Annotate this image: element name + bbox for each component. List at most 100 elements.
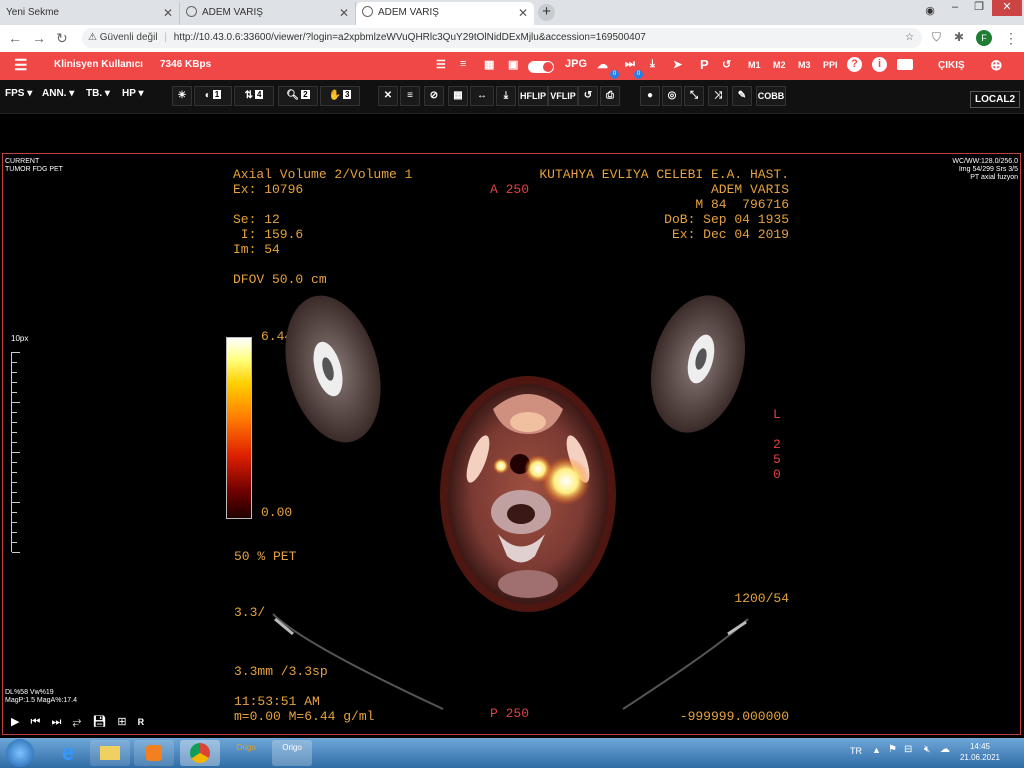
m2-button[interactable]: M2 — [773, 60, 786, 70]
clock-date: 21.06.2021 — [959, 753, 1000, 762]
notification-badge: 0 — [610, 70, 619, 79]
add-image-icon[interactable]: ⊞ — [117, 716, 126, 728]
send-icon[interactable]: ➤ — [673, 58, 682, 71]
logout-button[interactable]: ÇIKIŞ — [938, 60, 965, 71]
download-icon[interactable]: ⤓ — [650, 58, 655, 71]
jpg-button[interactable]: JPG — [565, 58, 587, 70]
overlay-top-right: KUTAHYA EVLIYA CELEBI E.A. HAST. ADEM VA… — [539, 167, 789, 242]
back-icon[interactable]: ← — [8, 30, 22, 46]
ruler-tick — [12, 392, 17, 393]
close-icon[interactable]: ✕ — [378, 86, 398, 106]
pet-color-scale — [226, 337, 252, 519]
skip-back-icon[interactable]: ⏮ — [31, 716, 41, 728]
network-icon[interactable]: ⊟ — [904, 744, 912, 755]
explorer-icon[interactable] — [90, 740, 130, 766]
maximize-button[interactable]: ❐ — [968, 0, 990, 16]
speaker-muted-icon[interactable]: 🔇︎ — [924, 744, 930, 755]
origo-app-2[interactable]: Origo — [272, 740, 312, 766]
dicom-viewport[interactable]: CURRENT TUMOR FDG PET WC/WW:128.0/256.0 … — [2, 153, 1021, 735]
globe-icon[interactable]: ⊕ — [990, 56, 1003, 74]
m3-button[interactable]: M3 — [798, 60, 811, 70]
list-icon[interactable]: ☰ — [436, 58, 446, 71]
tab-label: ADEM VARIŞ — [202, 7, 263, 18]
cloud-icon[interactable]: ☁ — [940, 744, 950, 755]
focus-icon[interactable]: ◎ — [662, 86, 682, 106]
text-lines-icon[interactable]: ≡ — [460, 58, 466, 70]
skip-forward-icon[interactable]: ⏭ — [52, 716, 62, 728]
browser-tab-bar: Yeni Sekme ✕ ADEM VARIŞ ✕ ADEM VARIŞ ✕ +… — [0, 0, 1024, 25]
save-icon[interactable]: 💾︎ — [92, 716, 106, 728]
loop-icon[interactable]: ⥂ — [72, 716, 81, 728]
tab-new[interactable]: Yeni Sekme ✕ — [0, 2, 180, 25]
shuffle-icon[interactable]: ⤨ — [708, 86, 728, 106]
print-icon[interactable]: ⎙ — [600, 86, 620, 106]
new-tab-button[interactable]: + — [538, 4, 555, 21]
media-player-icon[interactable] — [134, 740, 174, 766]
p-button[interactable]: P — [700, 57, 709, 72]
tray-arrow-icon[interactable]: ▲ — [872, 745, 881, 755]
ie-icon[interactable]: e — [48, 740, 88, 766]
flag-icon[interactable]: ⚑ — [888, 744, 897, 755]
minimize-button[interactable]: – — [944, 0, 966, 16]
close-window-button[interactable]: ✕ — [992, 0, 1022, 16]
step-forward-icon[interactable]: ⏭ — [625, 58, 635, 71]
toggle-switch[interactable] — [528, 61, 554, 73]
bookmark-star-icon[interactable]: ☆ — [905, 28, 914, 48]
shield-extension-icon[interactable]: ⛉ — [932, 30, 941, 45]
cloud-download-icon[interactable]: ☁ — [597, 58, 608, 71]
hamburger-menu-icon[interactable]: ☰ — [14, 56, 27, 74]
cobb-button[interactable]: COBB — [756, 86, 786, 106]
start-button[interactable] — [6, 739, 34, 767]
scroll-tool[interactable]: ⇅ 4 — [234, 86, 274, 106]
forward-icon[interactable]: → — [32, 30, 46, 46]
help-icon[interactable]: ? — [847, 57, 862, 72]
rotate-icon[interactable]: ↺ — [578, 86, 598, 106]
hflip-button[interactable]: HFLIP — [518, 86, 548, 106]
image-icon[interactable]: ▣ — [508, 58, 518, 71]
info-icon[interactable]: i — [872, 57, 887, 72]
url-field[interactable]: ⚠ Güvenli değil | http://10.43.0.6:33600… — [82, 28, 922, 48]
system-clock[interactable]: 14:45 21.06.2021 — [960, 741, 1000, 763]
ruler-tick — [12, 372, 17, 373]
history-icon[interactable]: ↺ — [722, 58, 731, 71]
play-icon[interactable]: ▶ — [11, 716, 19, 728]
window-level-info: WC/WW:128.0/256.0 Img 54/299 Srs 3/5 PT … — [952, 158, 1018, 181]
tb-menu[interactable]: TB. ▾ — [86, 88, 110, 99]
annotation-menu[interactable]: ANN. ▾ — [42, 88, 74, 99]
chrome-icon[interactable] — [180, 740, 220, 766]
tag-icon[interactable] — [897, 59, 913, 70]
ruler-tick — [12, 502, 20, 503]
m1-button[interactable]: M1 — [748, 60, 761, 70]
contrast-tool[interactable]: ◐ 1 — [194, 86, 232, 106]
measure-line-icon[interactable]: ⤡ — [684, 86, 704, 106]
tab-patient-2[interactable]: ADEM VARIŞ ✕ — [356, 2, 534, 25]
zoom-tool[interactable]: 🔍︎ 2 — [278, 86, 318, 106]
local-server-button[interactable]: LOCAL2 — [970, 91, 1020, 108]
brightness-icon[interactable]: ☀ — [172, 86, 192, 106]
tab-patient-1[interactable]: ADEM VARIŞ ✕ — [180, 2, 356, 25]
origo-app-1[interactable]: Origo — [226, 740, 266, 766]
circle-roi-icon[interactable]: ● — [640, 86, 660, 106]
grid-icon[interactable]: ▦ — [484, 58, 494, 71]
close-icon[interactable]: ✕ — [339, 2, 349, 24]
reset-button[interactable]: R — [138, 717, 145, 727]
comment-icon[interactable]: ✎ — [732, 86, 752, 106]
extensions-puzzle-icon[interactable]: ✱ — [954, 30, 964, 44]
reload-icon[interactable]: ↻ — [56, 30, 68, 47]
fps-menu[interactable]: FPS ▾ — [5, 88, 32, 99]
pan-hand-tool[interactable]: ✋ 3 — [320, 86, 360, 106]
profile-circle-icon[interactable]: ◉ — [921, 4, 939, 20]
hp-menu[interactable]: HP ▾ — [122, 88, 144, 99]
fit-width-icon[interactable]: ↔ — [470, 86, 494, 106]
close-icon[interactable]: ✕ — [163, 2, 173, 24]
text-align-icon[interactable]: ≡ — [400, 86, 420, 106]
close-icon[interactable]: ✕ — [518, 2, 528, 24]
hide-annotation-icon[interactable]: ⊘ — [424, 86, 444, 106]
grid-icon[interactable]: ▦ — [448, 86, 468, 106]
language-indicator[interactable]: TR — [850, 746, 862, 756]
kebab-menu-icon[interactable]: ⋮ — [1004, 30, 1018, 47]
profile-avatar[interactable]: F — [976, 30, 992, 46]
vflip-button[interactable]: VFLIP — [548, 86, 578, 106]
ppi-button[interactable]: PPI — [823, 60, 838, 70]
download-icon[interactable]: ⤓ — [496, 86, 516, 106]
